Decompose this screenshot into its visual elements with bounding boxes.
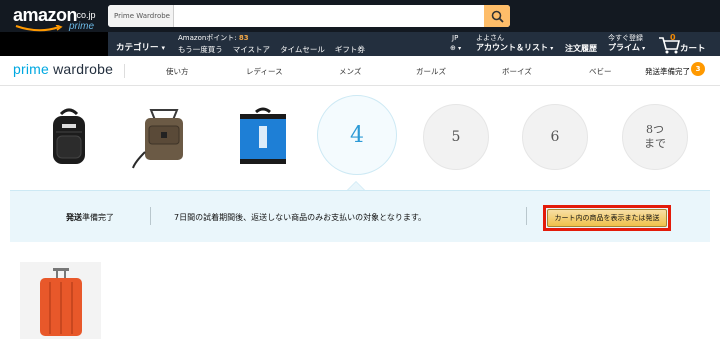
- link-time-sale[interactable]: タイムセール: [280, 44, 325, 55]
- orange-suitcase-image: [40, 268, 82, 336]
- product-slot-blue-backpack[interactable]: [230, 104, 296, 170]
- cart-button[interactable]: 0 カート: [658, 33, 720, 56]
- orders-label: 注文履歴: [565, 44, 597, 53]
- product-slot-black-backpack[interactable]: [36, 104, 102, 170]
- chevron-down-icon: ▾: [161, 44, 165, 52]
- logo-word: amazon: [13, 5, 78, 25]
- active-slot-pointer-fill: [348, 182, 364, 190]
- search-category-dropdown[interactable]: Prime Wardrobe ▾: [108, 5, 174, 27]
- up-to-8-line1: 8つ: [646, 123, 664, 136]
- ready-to-ship-label[interactable]: 発送準備完了: [645, 66, 690, 77]
- language-code: JP: [452, 34, 459, 42]
- language-selector[interactable]: JP ⊕ ▾: [450, 33, 461, 54]
- link-gift-cards[interactable]: ギフト券: [335, 44, 365, 55]
- status-divider-right: [526, 207, 527, 225]
- slot-circle-up-to-8[interactable]: 8つ まで: [622, 104, 688, 170]
- blue-north-face-backpack-image: [240, 107, 286, 164]
- nav-mens[interactable]: メンズ: [339, 66, 361, 77]
- link-buy-again[interactable]: もう一度買う: [178, 44, 223, 55]
- nav-ladies[interactable]: レディース: [246, 66, 283, 77]
- brown-shoulder-bag-image: [132, 109, 183, 169]
- nav-how-to[interactable]: 使い方: [166, 66, 189, 77]
- nav-boys[interactable]: ボーイズ: [502, 66, 532, 77]
- prime-label: プライム: [608, 43, 640, 52]
- black-backpack-image: [53, 108, 85, 164]
- cart-label: カート: [680, 44, 706, 54]
- search-bar: Prime Wardrobe ▾: [108, 5, 510, 27]
- slot-number-6: 6: [550, 129, 560, 145]
- brand-prime: prime: [13, 61, 50, 77]
- slot-circle-5[interactable]: 5: [423, 104, 489, 170]
- points-label: Amazonポイント:: [178, 34, 237, 42]
- globe-icon: ⊕: [450, 44, 456, 52]
- chevron-down-icon: ▾: [642, 45, 646, 52]
- delivery-location-area: [0, 32, 108, 56]
- cart-icon: [659, 37, 680, 54]
- product-slot-brown-shoulder-bag[interactable]: [131, 104, 197, 170]
- cart-item-thumbnail[interactable]: [20, 262, 101, 339]
- search-input[interactable]: [174, 5, 484, 27]
- slot-number-4: 4: [350, 122, 364, 148]
- trial-period-message: 7日間の試着期間後、返送しない商品のみお支払いの対象となります。: [174, 213, 427, 222]
- view-cart-or-ship-button[interactable]: カート内の商品を表示または発送: [547, 209, 667, 227]
- ready-count-badge[interactable]: 3: [691, 62, 705, 76]
- nav-divider: [124, 64, 125, 78]
- slot-circle-4[interactable]: 4: [317, 95, 397, 175]
- status-ready-rest: 準備完了: [82, 213, 114, 222]
- logo-tld: .co.jp: [74, 10, 96, 20]
- status-ready-label: 発送準備完了: [66, 212, 114, 223]
- status-ready-bold: 発送: [66, 213, 82, 222]
- chevron-down-icon: ▾: [458, 45, 462, 52]
- ready-to-ship-bar: 発送準備完了 7日間の試着期間後、返送しない商品のみお支払いの対象となります。 …: [10, 190, 710, 242]
- prime-signup-label: 今すぐ登録: [608, 34, 643, 42]
- account-menu[interactable]: よよさん アカウント＆リスト ▾: [476, 33, 553, 54]
- site-header: amazon .co.jp prime Prime Wardrobe ▾ カテゴ…: [0, 0, 720, 56]
- categories-menu[interactable]: カテゴリー ▾: [116, 41, 165, 53]
- search-button[interactable]: [484, 5, 510, 27]
- nav-baby[interactable]: ベビー: [589, 66, 612, 77]
- cart-count: 0: [670, 33, 676, 42]
- prime-wardrobe-nav: prime wardrobe 使い方 レディース メンズ ガールズ ボーイズ ベ…: [0, 56, 720, 86]
- search-category-label: Prime Wardrobe: [114, 12, 170, 20]
- prime-wardrobe-logo[interactable]: prime wardrobe: [13, 61, 113, 77]
- prime-menu[interactable]: 今すぐ登録 プライム ▾: [608, 33, 645, 54]
- brand-wardrobe: wardrobe: [53, 61, 114, 77]
- link-my-store[interactable]: マイストア: [233, 44, 270, 55]
- header-links: もう一度買う マイストア タイムセール ギフト券: [178, 44, 365, 55]
- orders-link[interactable]: 注文履歴: [565, 43, 597, 54]
- up-to-8-line2: まで: [644, 137, 666, 150]
- search-icon: [491, 10, 504, 23]
- smile-arrow-icon: [15, 25, 63, 32]
- categories-label: カテゴリー: [116, 43, 159, 53]
- account-greeting: よよさん: [476, 34, 504, 42]
- points-display[interactable]: Amazonポイント: 83: [178, 33, 249, 43]
- nav-girls[interactable]: ガールズ: [416, 66, 446, 77]
- slot-number-5: 5: [451, 129, 461, 145]
- points-value: 83: [238, 34, 249, 42]
- chevron-down-icon: ▾: [550, 45, 554, 52]
- slot-circle-6[interactable]: 6: [522, 104, 588, 170]
- logo-prime: prime: [69, 21, 95, 32]
- status-divider-left: [150, 207, 151, 225]
- account-label: アカウント＆リスト: [476, 43, 548, 52]
- amazon-logo[interactable]: amazon .co.jp prime: [13, 5, 103, 32]
